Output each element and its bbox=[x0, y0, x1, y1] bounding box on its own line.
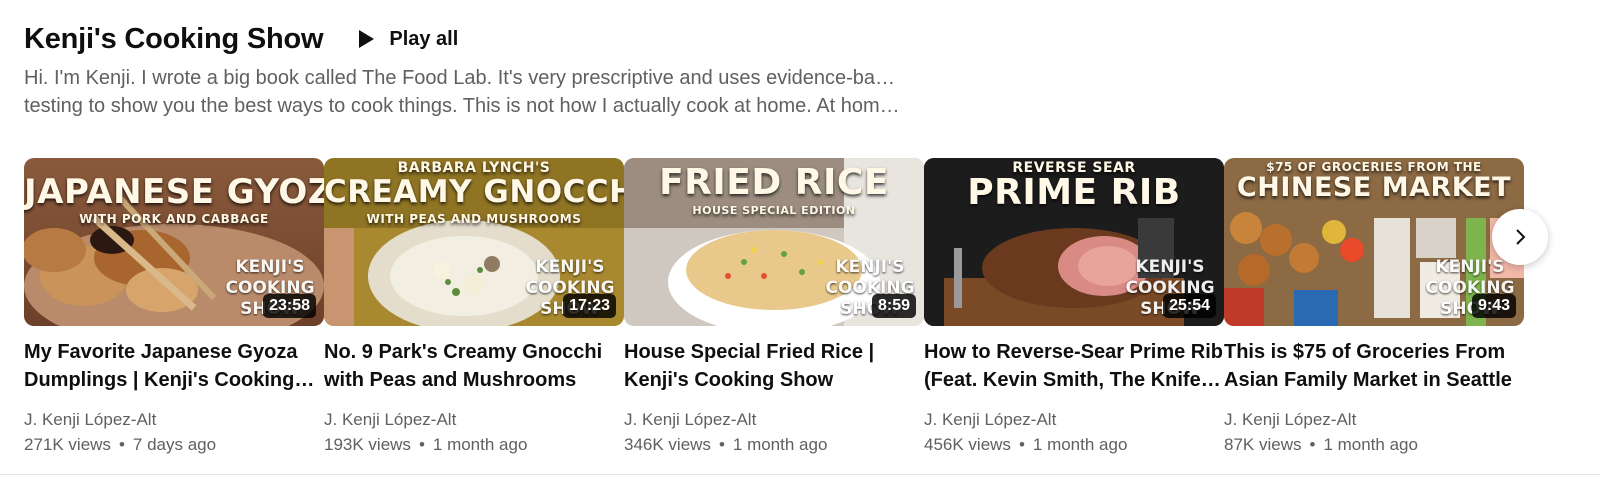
view-count: 87K views bbox=[1224, 435, 1302, 454]
thumbnail-caption: CREAMY GNOCCHI bbox=[324, 174, 624, 210]
channel-name[interactable]: J. Kenji López-Alt bbox=[24, 408, 324, 432]
video-thumbnail[interactable]: REVERSE SEAR PRIME RIB KENJI'S COOKING S… bbox=[924, 158, 1224, 326]
video-meta: 346K views • 1 month ago bbox=[624, 432, 924, 458]
separator-dot: • bbox=[718, 435, 725, 454]
shelf-description-line-1: Hi. I'm Kenji. I wrote a big book called… bbox=[24, 67, 904, 89]
section-divider bbox=[0, 474, 1600, 475]
separator-dot: • bbox=[1309, 435, 1316, 454]
video-card[interactable]: BARBARA LYNCH'S CREAMY GNOCCHI WITH PEAS… bbox=[324, 158, 624, 458]
duration-badge: 23:58 bbox=[263, 294, 316, 318]
video-card[interactable]: REVERSE SEAR PRIME RIB KENJI'S COOKING S… bbox=[924, 158, 1224, 458]
video-thumbnail[interactable]: BARBARA LYNCH'S CREAMY GNOCCHI WITH PEAS… bbox=[324, 158, 624, 326]
thumbnail-caption: JAPANESE GYOZA bbox=[24, 172, 324, 212]
thumbnail-subcaption: WITH PEAS AND MUSHROOMS bbox=[366, 212, 582, 226]
shelf-title[interactable]: Kenji's Cooking Show bbox=[24, 18, 324, 60]
upload-age: 1 month ago bbox=[1032, 435, 1128, 454]
separator-dot: • bbox=[118, 435, 125, 454]
video-card[interactable]: JAPANESE GYOZA WITH PORK AND CABBAGE KEN… bbox=[24, 158, 324, 458]
separator-dot: • bbox=[1018, 435, 1025, 454]
thumbnail-caption: PRIME RIB bbox=[967, 172, 1181, 213]
video-card[interactable]: $75 OF GROCERIES FROM THE CHINESE MARKET… bbox=[1224, 158, 1524, 458]
video-title[interactable]: This is $75 of Groceries From Asian Fami… bbox=[1224, 338, 1524, 394]
channel-name[interactable]: J. Kenji López-Alt bbox=[1224, 408, 1524, 432]
upload-age: 7 days ago bbox=[132, 435, 217, 454]
upload-age: 1 month ago bbox=[1323, 435, 1418, 454]
shelf-description[interactable]: Hi. I'm Kenji. I wrote a big book called… bbox=[24, 64, 904, 120]
upload-age: 1 month ago bbox=[432, 435, 528, 454]
separator-dot: • bbox=[418, 435, 425, 454]
duration-badge: 17:23 bbox=[563, 294, 616, 318]
chevron-right-icon bbox=[1516, 229, 1526, 245]
duration-badge: 9:43 bbox=[1471, 294, 1516, 318]
channel-name[interactable]: J. Kenji López-Alt bbox=[624, 408, 924, 432]
thumbnail-caption: CHINESE MARKET bbox=[1236, 172, 1512, 203]
view-count: 346K views bbox=[624, 435, 711, 454]
upload-age: 1 month ago bbox=[732, 435, 828, 454]
thumbnail-subcaption: HOUSE SPECIAL EDITION bbox=[692, 204, 856, 217]
thumbnail-subcaption: WITH PORK AND CABBAGE bbox=[79, 212, 269, 226]
duration-badge: 8:59 bbox=[871, 294, 916, 318]
video-title[interactable]: House Special Fried Rice | Kenji's Cooki… bbox=[624, 338, 924, 394]
video-title[interactable]: My Favorite Japanese Gyoza Dumplings | K… bbox=[24, 338, 324, 394]
video-thumbnail[interactable]: FRIED RICE HOUSE SPECIAL EDITION KENJI'S… bbox=[624, 158, 924, 326]
video-meta: 271K views • 7 days ago bbox=[24, 432, 324, 458]
shelf-header: Kenji's Cooking Show Play all bbox=[24, 18, 458, 60]
shelf-next-button[interactable] bbox=[1492, 209, 1548, 265]
thumbnail-caption: FRIED RICE bbox=[659, 162, 889, 203]
video-meta: 193K views • 1 month ago bbox=[324, 432, 624, 458]
video-title[interactable]: How to Reverse-Sear Prime Rib (Feat. Kev… bbox=[924, 338, 1224, 394]
video-card[interactable]: FRIED RICE HOUSE SPECIAL EDITION KENJI'S… bbox=[624, 158, 924, 458]
shelf-description-line-2: testing to show you the best ways to coo… bbox=[24, 95, 900, 117]
play-all-label: Play all bbox=[389, 28, 459, 50]
video-thumbnail[interactable]: $75 OF GROCERIES FROM THE CHINESE MARKET… bbox=[1224, 158, 1524, 326]
video-title[interactable]: No. 9 Park's Creamy Gnocchi with Peas an… bbox=[324, 338, 624, 394]
video-meta: 87K views • 1 month ago bbox=[1224, 432, 1524, 458]
play-all-button[interactable]: Play all bbox=[353, 18, 458, 60]
video-thumbnail[interactable]: JAPANESE GYOZA WITH PORK AND CABBAGE KEN… bbox=[24, 158, 324, 326]
video-meta: 456K views • 1 month ago bbox=[924, 432, 1224, 458]
view-count: 193K views bbox=[324, 435, 411, 454]
play-icon bbox=[359, 30, 375, 48]
channel-name[interactable]: J. Kenji López-Alt bbox=[324, 408, 624, 432]
channel-name[interactable]: J. Kenji López-Alt bbox=[924, 408, 1224, 432]
view-count: 271K views bbox=[24, 435, 111, 454]
view-count: 456K views bbox=[924, 435, 1011, 454]
duration-badge: 25:54 bbox=[1163, 294, 1216, 318]
